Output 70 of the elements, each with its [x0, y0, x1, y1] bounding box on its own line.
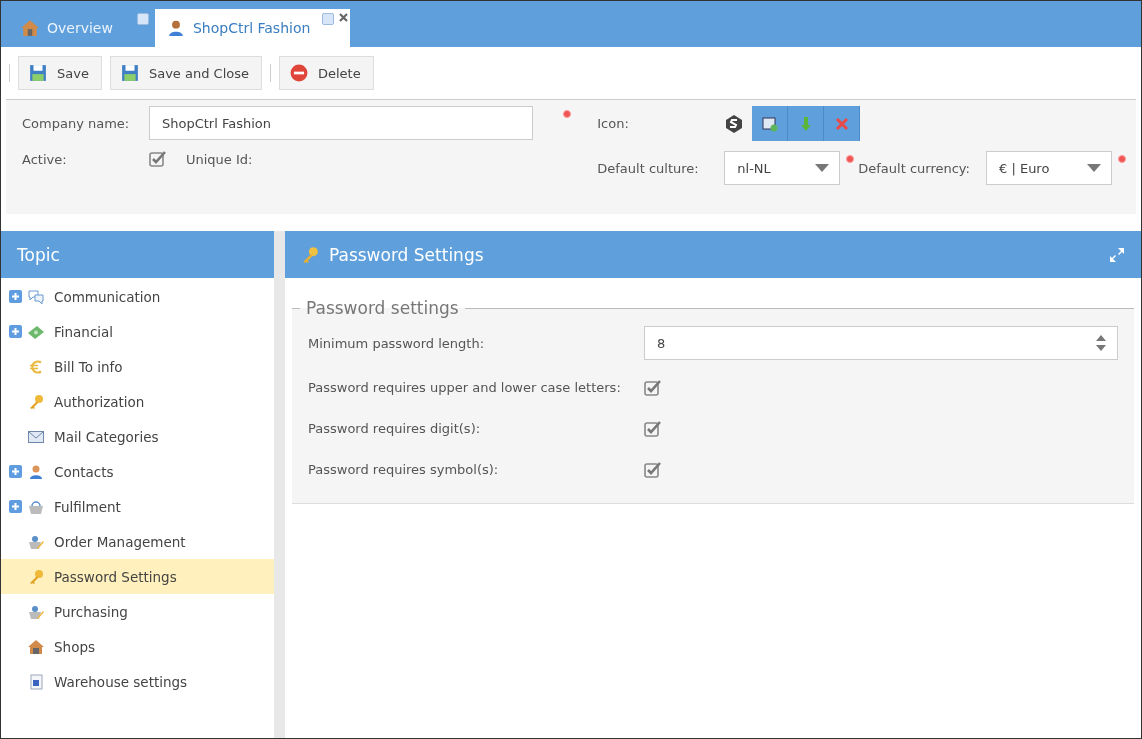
field-label: Minimum password length: — [308, 335, 486, 351]
topic-item[interactable]: Contacts — [1, 454, 274, 489]
tab[interactable]: ShopCtrl Fashion — [154, 9, 351, 47]
topic-item[interactable]: Authorization — [1, 384, 274, 419]
topic-item[interactable]: Shops — [1, 629, 274, 664]
expand-icon[interactable] — [9, 290, 22, 303]
expand-icon[interactable] — [9, 465, 22, 478]
basket-icon — [28, 498, 44, 515]
field-label: Active: — [22, 151, 68, 167]
delete-button[interactable]: Delete — [278, 56, 374, 90]
logo-icon — [724, 113, 745, 134]
envelope-icon — [28, 428, 44, 445]
required-dot-icon — [1118, 155, 1126, 163]
topic-item[interactable]: Financial — [1, 314, 274, 349]
field-label: Unique Id: — [186, 151, 253, 167]
topic-item[interactable]: Warehouse settings — [1, 664, 274, 699]
sidebar-title: Topic — [17, 244, 61, 265]
currency-dropdown[interactable]: € | Euro — [986, 151, 1112, 185]
option-checkbox[interactable] — [644, 419, 662, 438]
required-dot-icon — [846, 155, 855, 163]
expand-icon[interactable] — [9, 500, 22, 513]
topic-item[interactable]: Communication — [1, 279, 274, 314]
close-icon — [833, 115, 850, 132]
basket-pencil-icon — [28, 533, 44, 550]
tab-menu-icon[interactable] — [136, 13, 149, 25]
save-button[interactable]: Save and Close — [109, 56, 262, 90]
expand-icon[interactable] — [9, 325, 22, 338]
euro-icon — [28, 358, 44, 375]
tab-menu-icon[interactable] — [322, 13, 335, 25]
topic-item[interactable]: Password Settings — [1, 559, 274, 594]
field-label: Default culture: — [597, 160, 700, 176]
banknote-icon — [28, 323, 44, 340]
topic-item[interactable]: Mail Categories — [1, 419, 274, 454]
topic-item[interactable]: Bill To info — [1, 349, 274, 384]
option-label: Password requires digit(s): — [308, 420, 482, 438]
topic-item[interactable]: Fulfilment — [1, 489, 274, 524]
company-name-field[interactable]: ShopCtrl Fashion — [149, 106, 533, 140]
option-label: Password requires symbol(s): — [308, 461, 500, 479]
house-icon — [21, 19, 39, 37]
culture-dropdown[interactable]: nl-NL — [724, 151, 841, 185]
minus-circle-icon — [289, 64, 308, 82]
option-checkbox[interactable] — [644, 460, 662, 479]
option-checkbox[interactable] — [644, 378, 662, 397]
group-title: Password settings — [305, 298, 460, 318]
speech-bubbles-icon — [28, 288, 44, 305]
required-dot-icon — [563, 110, 572, 118]
field-label: Company name: — [22, 115, 131, 131]
key-icon — [28, 568, 44, 585]
active-checkbox[interactable] — [149, 150, 167, 168]
key-icon — [301, 245, 319, 264]
number-field[interactable]: 8 — [644, 326, 1118, 360]
house-icon — [28, 638, 44, 655]
topic-item[interactable]: Order Management — [1, 524, 274, 559]
spinner-arrows-icon — [1095, 334, 1107, 352]
person-icon — [28, 463, 44, 480]
field-label: Icon: — [597, 116, 630, 131]
key-icon — [28, 393, 44, 410]
image-add-icon — [761, 115, 778, 132]
save-button[interactable]: Save — [18, 56, 102, 90]
option-label: Password requires upper and lower case letters: — [308, 379, 622, 397]
document-icon — [28, 673, 44, 690]
field-label: Default currency: — [858, 160, 971, 176]
expand-icon — [1109, 246, 1125, 263]
basket-pencil-icon — [28, 603, 44, 620]
topic-item[interactable]: Purchasing — [1, 594, 274, 629]
caret-icon — [815, 164, 830, 172]
caret-icon — [1087, 164, 1101, 172]
person-icon — [166, 19, 185, 37]
panel-title: Password Settings — [329, 244, 485, 265]
close-icon — [339, 13, 349, 22]
